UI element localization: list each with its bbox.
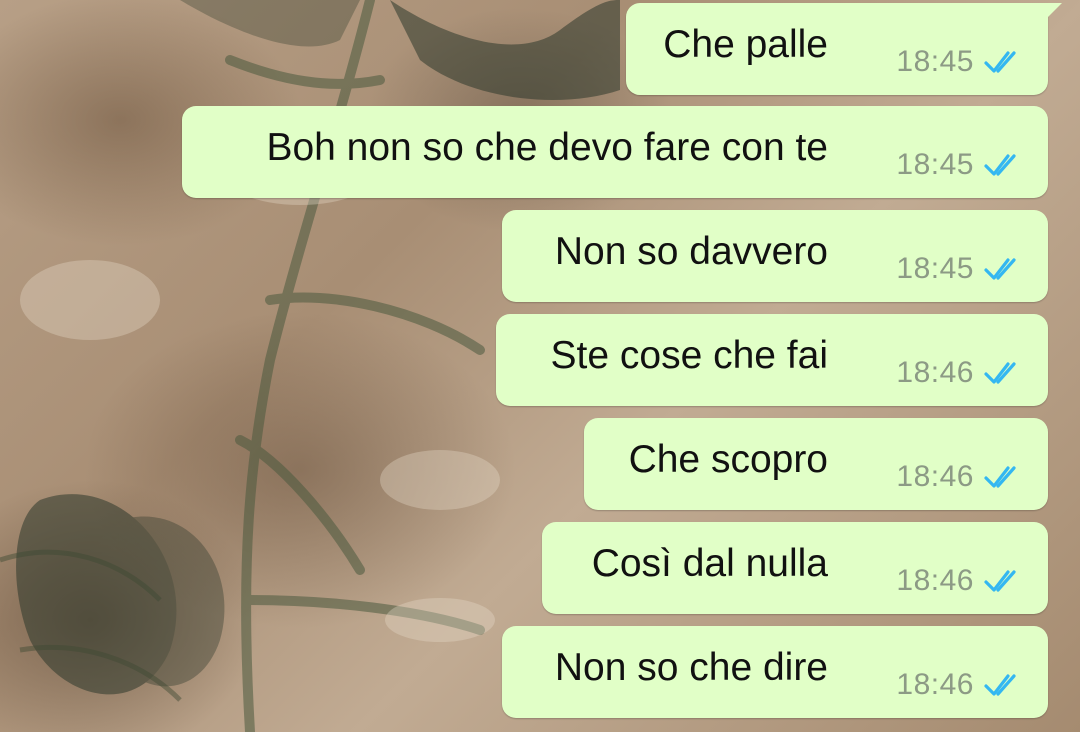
message-timestamp: 18:45	[896, 252, 974, 285]
message-timestamp: 18:46	[896, 356, 974, 389]
message-text: Che palle	[663, 23, 828, 66]
double-check-read-icon	[984, 466, 1016, 488]
double-check-read-icon	[984, 570, 1016, 592]
message-meta: 18:46	[896, 670, 1022, 700]
message-timestamp: 18:45	[896, 148, 974, 181]
message-text: Non so davvero	[554, 230, 828, 273]
double-check-read-icon	[984, 51, 1016, 73]
message-bubble[interactable]: Non so davvero 18:45	[502, 210, 1048, 302]
message-text: Boh non so che devo fare con te	[266, 126, 828, 169]
message-bubble[interactable]: Ste cose che fai 18:46	[496, 314, 1048, 406]
message-timestamp: 18:46	[896, 460, 974, 493]
message-meta: 18:46	[896, 358, 1022, 388]
message-bubble[interactable]: Così dal nulla 18:46	[542, 522, 1048, 614]
message-text: Così dal nulla	[591, 542, 828, 585]
message-bubble[interactable]: Che palle 18:45	[626, 3, 1062, 95]
message-text: Non so che dire	[554, 646, 828, 689]
message-timestamp: 18:46	[896, 564, 974, 597]
double-check-read-icon	[984, 258, 1016, 280]
message-text: Ste cose che fai	[550, 334, 829, 377]
double-check-read-icon	[984, 154, 1016, 176]
message-bubble[interactable]: Che scopro 18:46	[584, 418, 1048, 510]
double-check-read-icon	[984, 674, 1016, 696]
message-meta: 18:46	[896, 462, 1022, 492]
message-meta: 18:45	[896, 47, 1022, 77]
double-check-read-icon	[984, 362, 1016, 384]
message-timestamp: 18:45	[896, 45, 974, 78]
message-bubble[interactable]: Non so che dire 18:46	[502, 626, 1048, 718]
message-meta: 18:45	[896, 150, 1022, 180]
message-meta: 18:46	[896, 566, 1022, 596]
message-meta: 18:45	[896, 254, 1022, 284]
bubble-tail	[1038, 3, 1062, 27]
message-text: Che scopro	[628, 438, 828, 481]
message-timestamp: 18:46	[896, 668, 974, 701]
message-bubble[interactable]: Boh non so che devo fare con te 18:45	[182, 106, 1048, 198]
